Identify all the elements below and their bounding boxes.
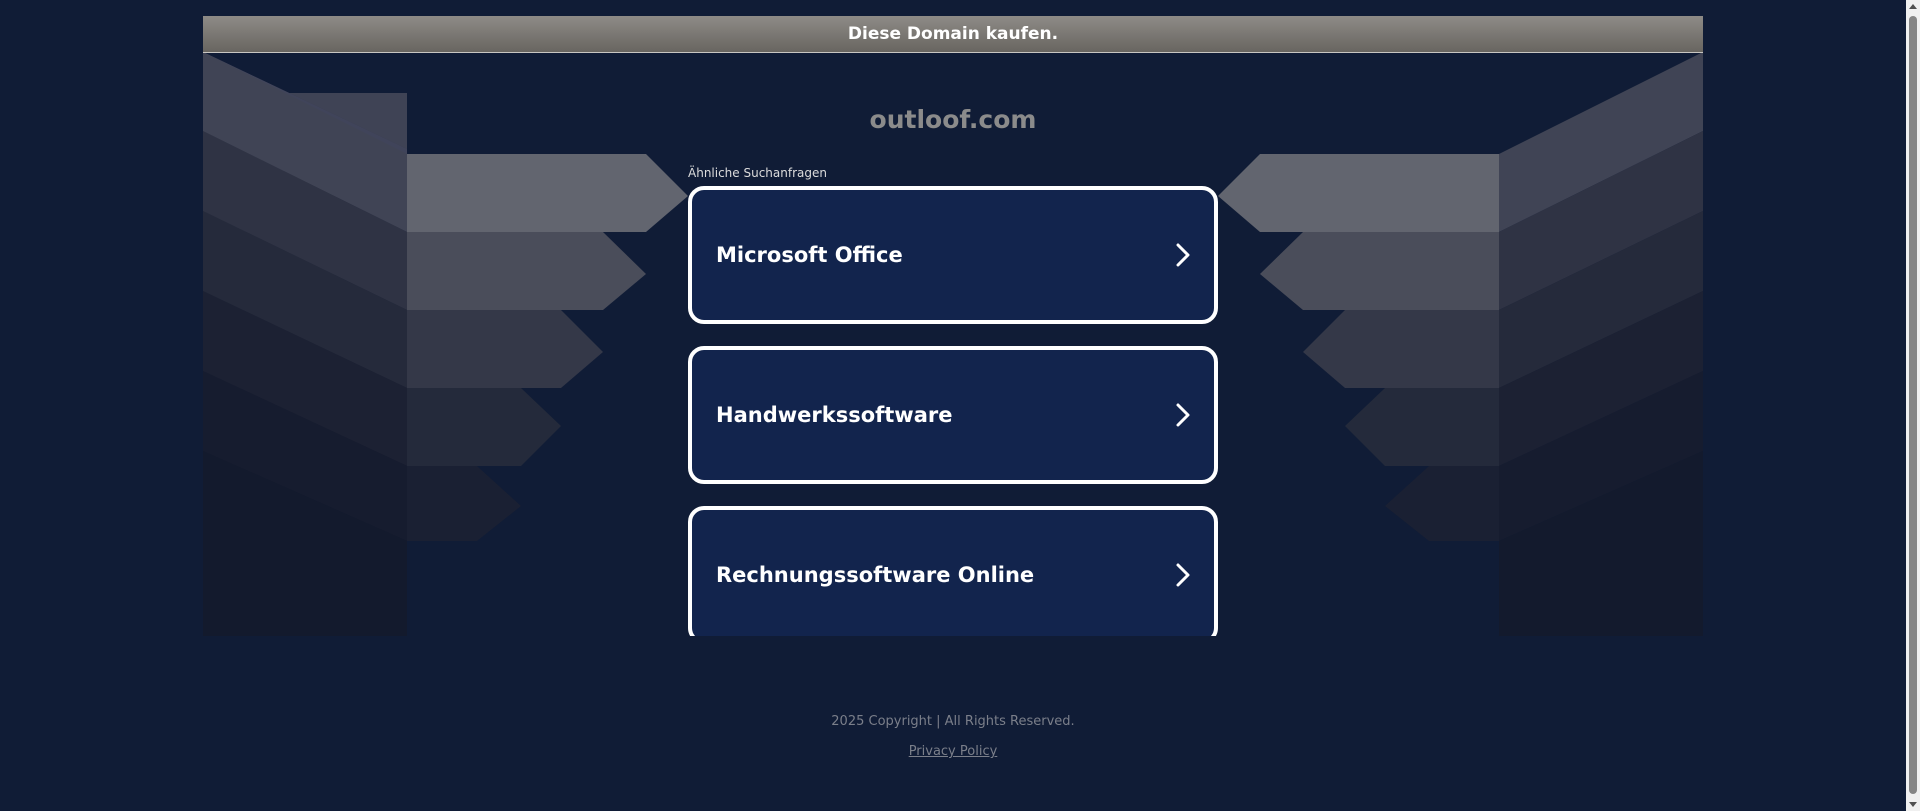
scroll-thumb[interactable] bbox=[1909, 16, 1917, 794]
related-link-label: Rechnungssoftware Online bbox=[716, 563, 1035, 587]
left-wing-decoration bbox=[203, 52, 688, 636]
related-searches-heading: Ähnliche Suchanfragen bbox=[688, 166, 827, 180]
content-container: Diese Domain kaufen. outloof.com Ähnlich… bbox=[203, 16, 1703, 636]
footer-copyright: 2025 Copyright | All Rights Reserved. bbox=[831, 714, 1075, 729]
chevron-right-icon bbox=[1176, 243, 1190, 267]
chevron-right-icon bbox=[1176, 403, 1190, 427]
footer-privacy: Privacy Policy bbox=[0, 744, 1906, 759]
scroll-up-icon[interactable] bbox=[1909, 4, 1917, 9]
parked-domain-page: Diese Domain kaufen. outloof.com Ähnlich… bbox=[0, 0, 1920, 811]
related-link-microsoft-office[interactable]: Microsoft Office bbox=[688, 186, 1218, 324]
related-link-rechnungssoftware-online[interactable]: Rechnungssoftware Online bbox=[688, 506, 1218, 636]
scroll-down-icon[interactable] bbox=[1909, 802, 1917, 807]
vertical-scrollbar[interactable] bbox=[1906, 0, 1920, 811]
chevron-right-icon bbox=[1176, 563, 1190, 587]
privacy-policy-link[interactable]: Privacy Policy bbox=[909, 744, 998, 759]
right-wing-decoration bbox=[1218, 52, 1703, 636]
related-link-label: Microsoft Office bbox=[716, 243, 903, 267]
related-link-handwerkssoftware[interactable]: Handwerkssoftware bbox=[688, 346, 1218, 484]
buy-domain-banner[interactable]: Diese Domain kaufen. bbox=[203, 16, 1703, 53]
domain-title: outloof.com bbox=[869, 105, 1037, 134]
related-link-label: Handwerkssoftware bbox=[716, 403, 953, 427]
